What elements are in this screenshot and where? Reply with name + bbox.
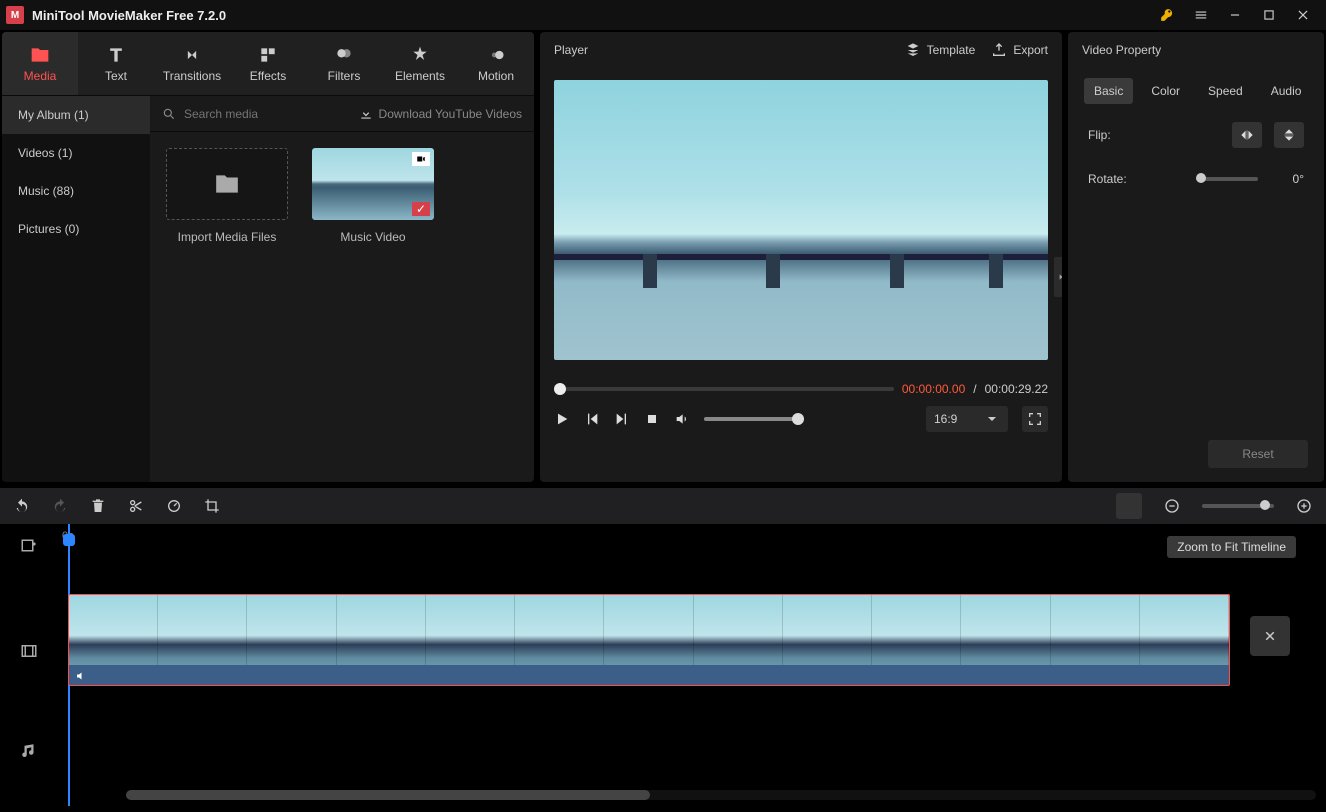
media-sidebar: My Album (1) Videos (1) Music (88) Pictu…	[2, 96, 150, 482]
play-button[interactable]	[554, 411, 570, 427]
tab-label: Effects	[250, 69, 286, 83]
close-button[interactable]	[1286, 0, 1320, 30]
video-preview	[554, 80, 1048, 360]
speed-button[interactable]	[166, 498, 182, 514]
player-title: Player	[554, 43, 588, 57]
search-input[interactable]	[184, 107, 351, 121]
tab-elements[interactable]: Elements	[382, 32, 458, 95]
rotate-value: 0°	[1270, 172, 1304, 186]
zoom-fit-button[interactable]	[1116, 493, 1142, 519]
tab-label: Text	[105, 69, 127, 83]
app-logo: M	[6, 6, 24, 24]
import-label: Import Media Files	[166, 230, 288, 244]
flip-horizontal-button[interactable]	[1232, 122, 1262, 148]
tab-transitions[interactable]: Transitions	[154, 32, 230, 95]
aspect-ratio-dropdown[interactable]: 16:9	[926, 406, 1008, 432]
video-track-icon	[0, 628, 58, 674]
search-icon	[162, 107, 176, 121]
prop-tab-speed[interactable]: Speed	[1198, 78, 1253, 104]
export-icon	[991, 42, 1007, 58]
tab-label: Media	[24, 69, 57, 83]
tab-effects[interactable]: Effects	[230, 32, 306, 95]
menu-icon[interactable]	[1184, 0, 1218, 30]
rotate-slider[interactable]	[1196, 177, 1258, 181]
import-media-card[interactable]: Import Media Files	[166, 148, 288, 244]
export-button[interactable]: Export	[991, 42, 1048, 58]
prop-tab-basic[interactable]: Basic	[1084, 78, 1133, 104]
video-clip[interactable]	[68, 594, 1230, 686]
download-youtube-button[interactable]: Download YouTube Videos	[359, 107, 522, 121]
clip-label: Music Video	[312, 230, 434, 244]
zoom-slider[interactable]	[1202, 504, 1274, 508]
total-time: 00:00:29.22	[985, 382, 1048, 396]
sidebar-item-pictures[interactable]: Pictures (0)	[2, 210, 150, 248]
tab-motion[interactable]: Motion	[458, 32, 534, 95]
media-clip-card[interactable]: ✓ Music Video	[312, 148, 434, 244]
selected-check-icon: ✓	[412, 202, 430, 216]
timeline: 0s Zoom to Fit Timeline	[0, 524, 1326, 806]
clip-audio-icon[interactable]	[73, 669, 89, 683]
zoom-fit-tooltip: Zoom to Fit Timeline	[1167, 536, 1296, 558]
time-ruler[interactable]: 0s	[58, 524, 1326, 550]
collapse-property-toggle[interactable]	[1054, 257, 1062, 297]
tab-text[interactable]: Text	[78, 32, 154, 95]
tab-label: Motion	[478, 69, 514, 83]
volume-slider[interactable]	[704, 417, 804, 421]
audio-track-icon	[0, 728, 58, 774]
tab-media[interactable]: Media	[2, 32, 78, 95]
prev-frame-button[interactable]	[584, 411, 600, 427]
tab-label: Transitions	[163, 69, 221, 83]
download-icon	[359, 107, 373, 121]
delete-button[interactable]	[90, 498, 106, 514]
template-icon	[905, 42, 921, 58]
stop-button[interactable]	[644, 411, 660, 427]
timeline-scrollbar[interactable]	[126, 790, 1316, 800]
rotate-label: Rotate:	[1088, 172, 1136, 186]
crop-button[interactable]	[204, 498, 220, 514]
player-panel: Player Template Export 00:00:00.00 / 00:…	[540, 32, 1062, 482]
transition-slot-button[interactable]	[1250, 616, 1290, 656]
zoom-out-button[interactable]	[1164, 498, 1180, 514]
reset-button[interactable]: Reset	[1208, 440, 1308, 468]
tab-label: Elements	[395, 69, 445, 83]
timeline-toolbar	[0, 488, 1326, 524]
license-key-icon[interactable]	[1150, 0, 1184, 30]
sidebar-item-videos[interactable]: Videos (1)	[2, 134, 150, 172]
top-tabs: Media Text Transitions Effects Filters E…	[2, 32, 534, 96]
maximize-button[interactable]	[1252, 0, 1286, 30]
minimize-button[interactable]	[1218, 0, 1252, 30]
scrub-bar[interactable]	[554, 387, 894, 391]
title-bar: M MiniTool MovieMaker Free 7.2.0	[0, 0, 1326, 30]
sidebar-item-music[interactable]: Music (88)	[2, 172, 150, 210]
tab-label: Filters	[328, 69, 361, 83]
prop-tab-color[interactable]: Color	[1141, 78, 1190, 104]
prop-tab-audio[interactable]: Audio	[1261, 78, 1312, 104]
download-label: Download YouTube Videos	[379, 107, 522, 121]
flip-label: Flip:	[1088, 128, 1136, 142]
redo-button[interactable]	[52, 498, 68, 514]
media-panel: Media Text Transitions Effects Filters E…	[2, 32, 534, 482]
property-panel: Video Property Basic Color Speed Audio F…	[1068, 32, 1324, 482]
current-time: 00:00:00.00	[902, 382, 965, 396]
zoom-in-button[interactable]	[1296, 498, 1312, 514]
property-title: Video Property	[1082, 43, 1161, 57]
undo-button[interactable]	[14, 498, 30, 514]
add-track-button[interactable]	[0, 524, 58, 570]
chevron-down-icon	[984, 411, 1000, 427]
fullscreen-button[interactable]	[1022, 406, 1048, 432]
media-search-bar: Download YouTube Videos	[150, 96, 534, 132]
sidebar-item-my-album[interactable]: My Album (1)	[2, 96, 150, 134]
video-type-icon	[412, 152, 430, 166]
folder-icon	[214, 171, 240, 197]
next-frame-button[interactable]	[614, 411, 630, 427]
app-title: MiniTool MovieMaker Free 7.2.0	[32, 8, 226, 23]
volume-icon[interactable]	[674, 411, 690, 427]
tab-filters[interactable]: Filters	[306, 32, 382, 95]
flip-vertical-button[interactable]	[1274, 122, 1304, 148]
split-button[interactable]	[128, 498, 144, 514]
time-separator: /	[973, 382, 976, 396]
template-button[interactable]: Template	[905, 42, 976, 58]
